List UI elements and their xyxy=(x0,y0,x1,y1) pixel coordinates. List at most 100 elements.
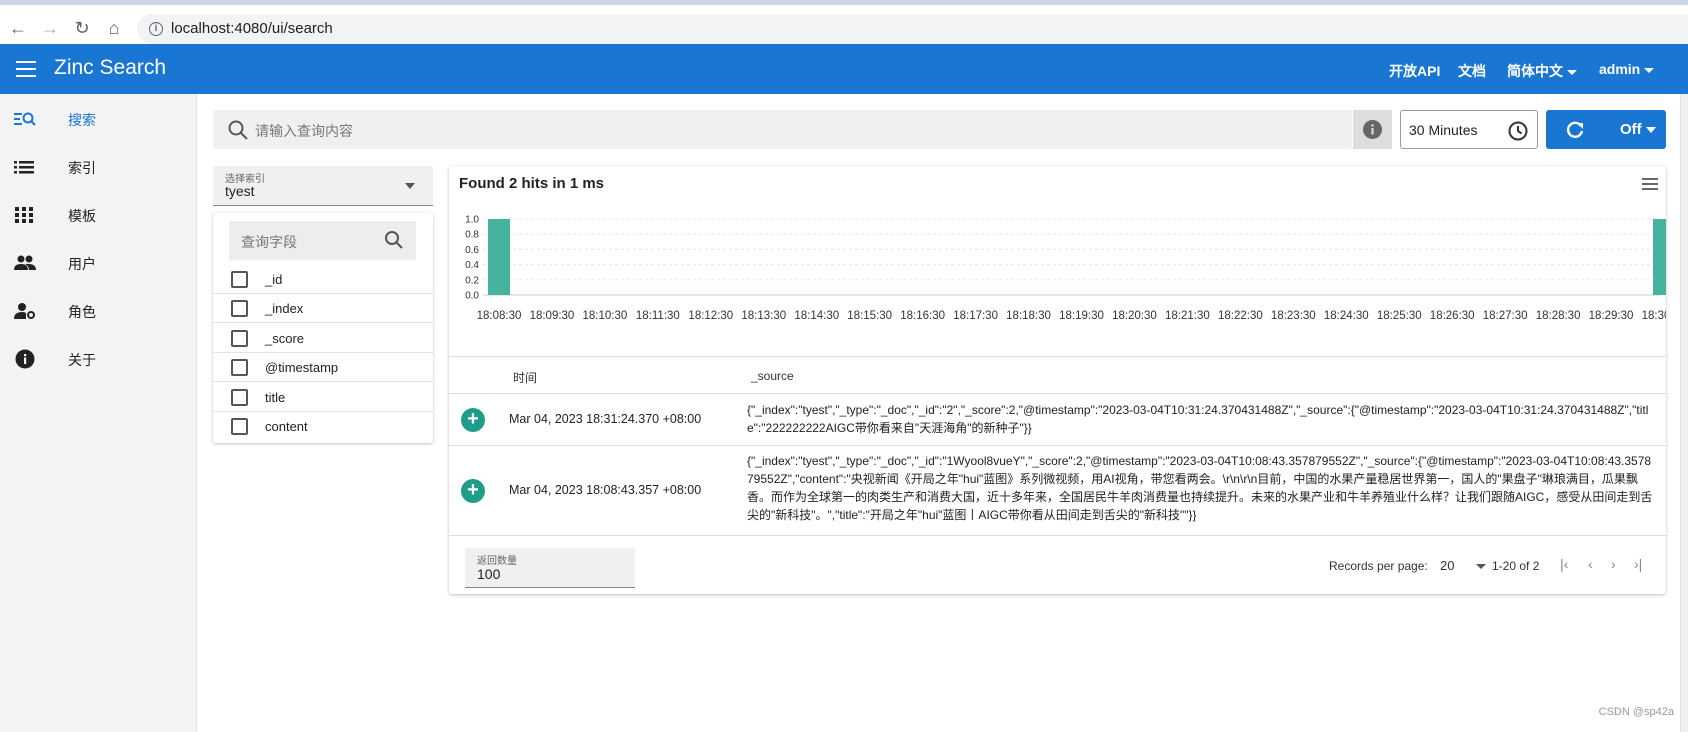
docs-link[interactable]: 文档 xyxy=(1458,61,1486,81)
apps-grid-icon xyxy=(15,207,33,223)
x-tick-label: 18:21:30 xyxy=(1165,310,1210,322)
field-name: _index xyxy=(265,301,304,316)
chevron-down-icon xyxy=(1567,69,1577,75)
column-header-source[interactable]: _source xyxy=(751,369,794,383)
sidebar: 搜索 索引 模板 用户 角色 关于 xyxy=(0,94,197,732)
field-row[interactable]: _score xyxy=(213,324,433,353)
y-tick-label: 0.4 xyxy=(465,260,479,271)
x-tick-label: 18:12:30 xyxy=(688,310,733,322)
list-icon xyxy=(14,161,34,174)
chart-menu-icon[interactable] xyxy=(1642,178,1658,193)
first-page-icon[interactable]: |‹ xyxy=(1560,556,1568,572)
page-scrollbar[interactable] xyxy=(1680,94,1688,732)
sidebar-item-index[interactable]: 索引 xyxy=(0,147,197,187)
query-input[interactable]: 请输入查询内容 xyxy=(213,110,1352,149)
clock-icon xyxy=(1508,121,1528,141)
refresh-interval-label: Off xyxy=(1620,121,1642,138)
row-source: {"_index":"tyest","_type":"_doc","_id":"… xyxy=(747,403,1649,435)
field-row[interactable]: @timestamp xyxy=(213,353,433,382)
menu-icon[interactable] xyxy=(16,61,36,77)
sidebar-item-users[interactable]: 用户 xyxy=(0,243,197,283)
table-row: + Mar 04, 2023 18:31:24.370 +08:00 {"_in… xyxy=(449,394,1666,446)
x-tick-label: 18:24:30 xyxy=(1324,310,1369,322)
x-tick-label: 18:13:30 xyxy=(741,310,786,322)
field-checkbox[interactable] xyxy=(231,418,248,435)
return-count-input[interactable]: 返回数量 100 xyxy=(465,548,635,588)
field-checkbox[interactable] xyxy=(231,389,248,406)
hits-histogram: 0.0 0.2 0.4 0.6 0.8 1.0 18:08:30 18:09:30 18:10:… xyxy=(465,215,1666,322)
site-info-icon[interactable]: i xyxy=(149,22,163,36)
chevron-down-icon[interactable] xyxy=(1646,127,1656,133)
refresh-icon xyxy=(1566,121,1584,138)
index-select-value: tyest xyxy=(225,183,255,199)
y-tick-label: 0.8 xyxy=(465,230,479,241)
field-row[interactable]: title xyxy=(213,383,433,412)
manage-accounts-icon xyxy=(14,303,35,319)
x-tick-label: 18:11:30 xyxy=(636,310,680,322)
field-checkbox[interactable] xyxy=(231,330,248,347)
app-title: Zinc Search xyxy=(54,56,167,79)
expand-row-button[interactable]: + xyxy=(461,408,485,432)
field-row[interactable]: _id xyxy=(213,265,433,294)
column-header-time[interactable]: 时间 xyxy=(513,369,537,386)
query-help-button[interactable] xyxy=(1353,110,1392,149)
user-menu[interactable]: admin xyxy=(1599,61,1655,77)
query-placeholder: 请输入查询内容 xyxy=(255,123,353,139)
time-range-picker[interactable]: 30 Minutes xyxy=(1400,110,1538,149)
return-count-label: 返回数量 xyxy=(477,556,517,567)
sidebar-item-label: 模板 xyxy=(68,208,96,224)
field-checkbox[interactable] xyxy=(231,300,248,317)
chevron-down-icon xyxy=(1644,67,1655,73)
y-tick-label: 1.0 xyxy=(465,215,479,226)
sidebar-item-label: 用户 xyxy=(68,256,96,272)
sidebar-item-template[interactable]: 模板 xyxy=(0,195,197,235)
x-tick-label: 18:27:30 xyxy=(1483,310,1528,322)
x-tick-label: 18:14:30 xyxy=(794,310,839,322)
search-icon xyxy=(228,120,248,140)
field-checkbox[interactable] xyxy=(231,359,248,376)
back-arrow-icon[interactable]: ← xyxy=(8,18,28,38)
x-tick-label: 18:16:30 xyxy=(900,310,945,322)
sidebar-item-about[interactable]: 关于 xyxy=(0,339,197,379)
search-list-icon xyxy=(14,112,36,126)
chevron-down-icon[interactable] xyxy=(1476,564,1486,569)
user-label: admin xyxy=(1599,61,1641,77)
y-tick-label: 0.2 xyxy=(465,275,479,286)
x-tick-label: 18:17:30 xyxy=(953,310,998,322)
home-icon[interactable]: ⌂ xyxy=(104,18,124,38)
field-checkbox[interactable] xyxy=(231,271,248,288)
app-header: Zinc Search 开放API 文档 简体中文 admin xyxy=(0,44,1688,94)
language-menu[interactable]: 简体中文 xyxy=(1507,61,1577,81)
field-row[interactable]: _index xyxy=(213,294,433,323)
histogram-bar[interactable] xyxy=(1653,219,1666,295)
address-bar[interactable]: i localhost:4080/ui/search xyxy=(137,14,1688,44)
results-table-header: 时间 _source xyxy=(449,356,1666,394)
field-search-input[interactable]: 查询字段 xyxy=(229,221,416,260)
open-api-link[interactable]: 开放API xyxy=(1389,61,1440,81)
x-tick-label: 18:10:30 xyxy=(583,310,628,322)
prev-page-icon[interactable]: ‹ xyxy=(1588,556,1593,572)
language-label: 简体中文 xyxy=(1507,63,1563,79)
forward-arrow-icon[interactable]: → xyxy=(40,18,60,38)
index-select[interactable]: 选择索引 tyest xyxy=(213,166,433,206)
reload-icon[interactable]: ↻ xyxy=(72,18,92,38)
info-icon xyxy=(15,349,35,369)
field-search-placeholder: 查询字段 xyxy=(241,234,297,250)
field-name: @timestamp xyxy=(265,360,339,375)
info-icon xyxy=(1363,120,1382,139)
x-tick-label: 18:08:30 xyxy=(477,310,522,322)
records-per-page-select[interactable]: 20 xyxy=(1440,558,1454,573)
sidebar-item-search[interactable]: 搜索 xyxy=(0,99,197,139)
refresh-button[interactable]: Off xyxy=(1546,110,1666,149)
next-page-icon[interactable]: › xyxy=(1611,556,1616,572)
last-page-icon[interactable]: ›| xyxy=(1634,556,1642,572)
chevron-down-icon xyxy=(405,183,415,189)
row-time: Mar 04, 2023 18:31:24.370 +08:00 xyxy=(509,412,702,426)
histogram-bar[interactable] xyxy=(488,219,510,295)
sidebar-item-roles[interactable]: 角色 xyxy=(0,291,197,331)
field-row[interactable]: content xyxy=(213,412,433,441)
x-tick-label: 18:25:30 xyxy=(1377,310,1422,322)
expand-row-button[interactable]: + xyxy=(461,479,485,503)
hits-summary: Found 2 hits in 1 ms xyxy=(459,175,605,192)
x-tick-label: 18:23:30 xyxy=(1271,310,1316,322)
